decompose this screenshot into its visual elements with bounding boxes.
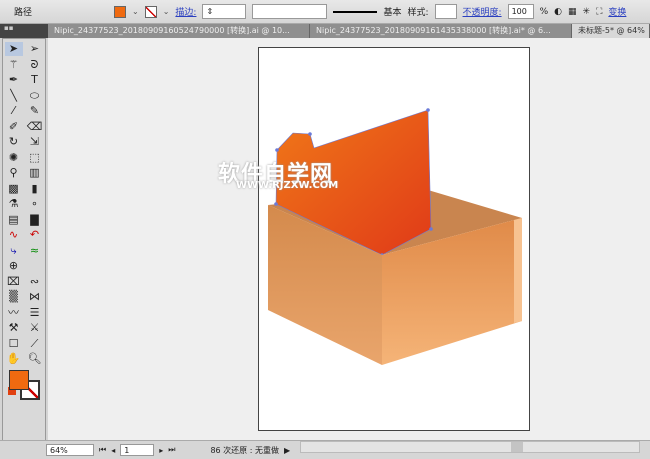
- magic-wand-tool-icon[interactable]: ⚚: [5, 58, 23, 72]
- control-bar: 路径 ⌄ ⌄ 描边: ⇕ 基本 样式: 不透明度: 100 % ◐ ▦ ✳ ⛶ …: [0, 0, 650, 24]
- eyedropper-tool-icon[interactable]: ⚗: [5, 197, 23, 211]
- tab-document-3[interactable]: 未标题-5* @ 64%: [572, 24, 650, 38]
- artboard-tool-icon[interactable]: ☐: [5, 337, 23, 351]
- last-artboard-icon[interactable]: ⏭: [168, 445, 175, 455]
- free-transform-tool-icon[interactable]: ⬚: [26, 151, 44, 165]
- fill-swatch[interactable]: [114, 5, 127, 18]
- chevron-down-icon[interactable]: ⌄: [163, 7, 170, 16]
- document-tabs: ▪▪ Nipic_24377523_20180909160524790000 […: [0, 24, 650, 38]
- lasso-tool-icon[interactable]: ᘐ: [26, 58, 44, 72]
- brush-stroke-line[interactable]: [333, 10, 378, 13]
- line-tool-icon[interactable]: ╲: [5, 89, 23, 103]
- wave-tool-icon[interactable]: ∾: [26, 275, 44, 289]
- type-tool-icon[interactable]: T: [26, 73, 44, 87]
- slice-select-tool-icon[interactable]: ⟋: [26, 337, 44, 351]
- pencil-tool-icon[interactable]: ✎: [26, 104, 44, 118]
- paintbrush-tool-icon[interactable]: ⁄: [5, 104, 23, 118]
- zoom-tool-icon[interactable]: 🔍︎: [26, 352, 44, 366]
- squiggle-tool-icon[interactable]: 〰: [5, 306, 23, 320]
- artwork[interactable]: [48, 38, 650, 440]
- transform-link[interactable]: 变换: [608, 5, 626, 18]
- history-status: 86 次还原 : 无重做: [210, 445, 279, 455]
- zoom-select[interactable]: 64%: [46, 444, 94, 456]
- custom-tool-icon[interactable]: ⤷: [5, 244, 23, 258]
- prev-artboard-icon[interactable]: ◂: [111, 446, 115, 455]
- stroke-weight-select[interactable]: ⇕: [202, 4, 247, 19]
- recolor-icon[interactable]: ◐: [554, 7, 562, 17]
- list-tool-icon[interactable]: ☰: [26, 306, 44, 320]
- envelope-tool-icon[interactable]: ⌧: [5, 275, 23, 289]
- knife-tool-icon[interactable]: ⚔: [26, 321, 44, 335]
- variable-width-select[interactable]: [252, 4, 328, 19]
- tab-document-1[interactable]: Nipic_24377523_20180909160524790000 [转换]…: [48, 24, 310, 38]
- opacity-unit: %: [539, 6, 549, 17]
- artboard-select[interactable]: 1: [120, 444, 155, 456]
- perspective-grid-tool-icon[interactable]: ▥: [26, 166, 44, 180]
- fill-stroke-swatches[interactable]: [4, 368, 44, 404]
- chevron-down-icon[interactable]: ⌄: [132, 7, 139, 16]
- status-menu-icon[interactable]: ▶: [284, 446, 290, 455]
- style-select[interactable]: [434, 4, 457, 19]
- opacity-input[interactable]: 100: [507, 4, 534, 19]
- align-icon[interactable]: ▦: [568, 7, 577, 17]
- blend-tool-icon[interactable]: ∘: [26, 197, 44, 211]
- eraser-tool-icon[interactable]: ⌫: [26, 120, 44, 134]
- tab-document-2[interactable]: Nipic_24377523_20180909161435338000 [转换]…: [310, 24, 572, 38]
- brush-label[interactable]: 基本: [383, 5, 401, 18]
- fish-tool-icon[interactable]: ⋈: [26, 290, 44, 304]
- ellipse-tool-icon[interactable]: ⬭: [26, 89, 44, 103]
- custom-tool-icon[interactable]: ∿: [5, 228, 23, 242]
- pen-tool-icon[interactable]: ✒: [5, 73, 23, 87]
- mesh-tool-icon[interactable]: ▩: [5, 182, 23, 196]
- hand-tool-icon[interactable]: ✋: [5, 352, 23, 366]
- stroke-none-swatch[interactable]: [144, 5, 157, 18]
- horizontal-scrollbar[interactable]: [300, 441, 640, 453]
- stroke-link[interactable]: 描边:: [175, 5, 196, 18]
- custom-tool-icon[interactable]: ≈: [26, 244, 44, 258]
- tools-panel: ➤ ➢ ⚚ ᘐ ✒ T ╲ ⬭ ⁄ ✎ ✐ ⌫ ↻ ⇲ ✺ ⬚ ⚲ ▥ ▩ ▮ ⚗ ∘ ▤ ▇ ∿ ↶ ⤷…: [2, 38, 46, 448]
- crosshair-tool-icon[interactable]: ⊕: [5, 259, 23, 273]
- custom-tool-icon[interactable]: ↶: [26, 228, 44, 242]
- shape-builder-tool-icon[interactable]: ⚲: [5, 166, 23, 180]
- watermark-url: WWW.RJZXW.COM: [236, 180, 339, 191]
- rotate-tool-icon[interactable]: ↻: [5, 135, 23, 149]
- direct-selection-tool-icon[interactable]: ➢: [26, 42, 44, 56]
- box-right-edge: [514, 218, 522, 323]
- next-artboard-icon[interactable]: ▸: [159, 446, 163, 455]
- slice-tool-icon[interactable]: ⚒: [5, 321, 23, 335]
- fill-color-swatch[interactable]: [9, 369, 29, 390]
- gradient-tool-icon[interactable]: ▮: [26, 182, 44, 196]
- warp-tool-icon[interactable]: ✺: [5, 151, 23, 165]
- symbol-sprayer-tool-icon[interactable]: ▤: [5, 213, 23, 227]
- selection-tool-icon[interactable]: ➤: [4, 42, 23, 56]
- scale-tool-icon[interactable]: ⇲: [26, 135, 44, 149]
- isolate-icon[interactable]: ✳: [583, 7, 591, 17]
- first-artboard-icon[interactable]: ⏮: [99, 445, 106, 455]
- opacity-link[interactable]: 不透明度:: [463, 5, 502, 18]
- scrollbar-thumb[interactable]: [511, 442, 523, 452]
- canvas-workspace[interactable]: 软件自学网 WWW.RJZXW.COM: [48, 38, 650, 440]
- object-type-label: 路径: [14, 8, 33, 18]
- style-label: 样式:: [407, 8, 429, 18]
- blob-brush-tool-icon[interactable]: ✐: [5, 120, 23, 134]
- transform-icon[interactable]: ⛶: [596, 7, 602, 17]
- pattern-tool-icon[interactable]: ▒: [5, 290, 23, 304]
- panel-grip[interactable]: ▪▪: [0, 24, 48, 38]
- graph-tool-icon[interactable]: ▇: [26, 213, 44, 227]
